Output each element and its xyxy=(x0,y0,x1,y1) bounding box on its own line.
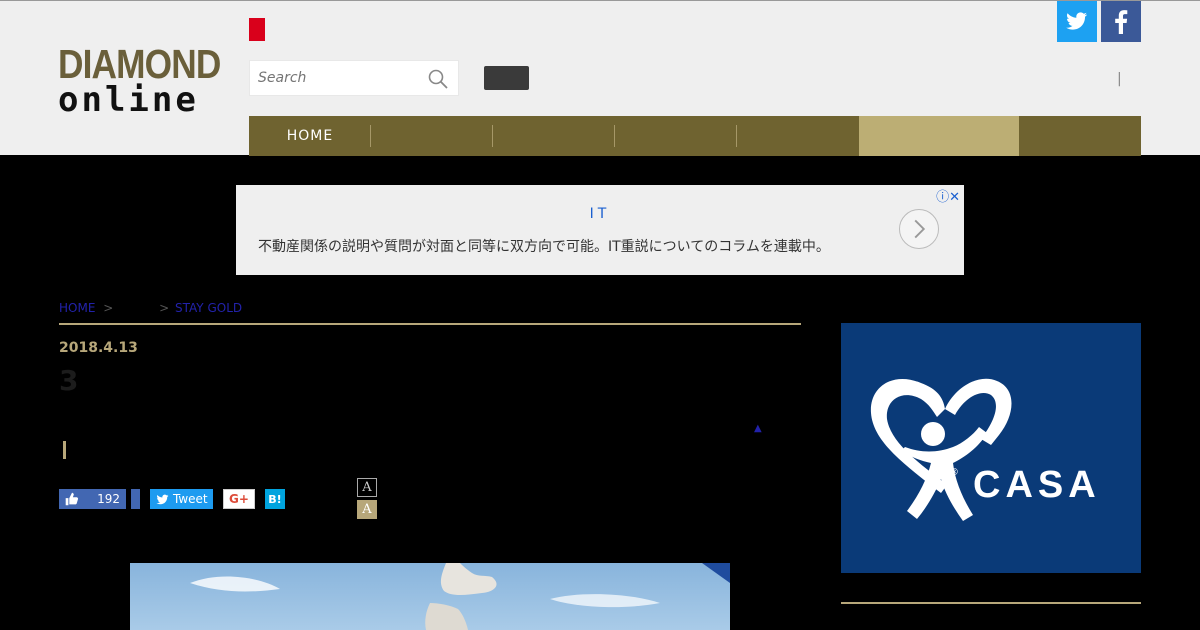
site-logo[interactable]: DIAMOND online xyxy=(58,41,223,120)
logo-line1: DIAMOND xyxy=(58,41,221,87)
breadcrumb-current[interactable]: STAY GOLD xyxy=(175,301,242,315)
font-size-large-button[interactable]: A xyxy=(357,500,377,519)
casa-logo-text: CASA xyxy=(973,464,1101,506)
nav-item-5[interactable] xyxy=(737,116,859,156)
breadcrumb-home[interactable]: HOME xyxy=(59,301,95,315)
lead-marker xyxy=(63,441,66,459)
twitter-icon xyxy=(1066,12,1087,30)
divider xyxy=(59,323,801,325)
sidebar-divider xyxy=(841,602,1141,604)
ad-choices-icon[interactable]: ⓘ✕ xyxy=(936,186,960,205)
like-count: 192 xyxy=(97,492,120,506)
facebook-like-button[interactable]: 192 xyxy=(59,489,126,509)
breadcrumb-separator: > xyxy=(159,301,170,315)
site-header: DIAMOND online | HOME xyxy=(0,0,1200,156)
header-separator: | xyxy=(1117,71,1122,87)
google-plus-button[interactable]: G+ xyxy=(223,489,255,509)
red-marker xyxy=(249,18,265,41)
nav-item-3[interactable] xyxy=(493,116,615,156)
nav-item-1[interactable]: HOME xyxy=(249,116,371,156)
sidebar-ad[interactable]: ® CASA xyxy=(841,323,1141,573)
logo-line2: online xyxy=(58,80,199,120)
hatena-bookmark-button[interactable]: B! xyxy=(265,489,285,509)
banner-ad[interactable]: IT 不動産関係の説明や質問が対面と同等に双方向で可能。IT重説についてのコラム… xyxy=(236,185,964,275)
header-button[interactable] xyxy=(484,66,529,90)
font-size-small-button[interactable]: A xyxy=(357,478,377,497)
search-box[interactable] xyxy=(249,60,459,96)
facebook-share-button[interactable] xyxy=(131,489,140,509)
nav-item-2[interactable] xyxy=(371,116,493,156)
merlion-statue-image xyxy=(190,563,730,630)
breadcrumb: HOME > > STAY GOLD xyxy=(59,301,242,315)
ad-next-button[interactable] xyxy=(899,209,939,249)
ad-headline[interactable]: IT xyxy=(236,206,964,222)
facebook-icon xyxy=(1115,10,1128,34)
breadcrumb-separator: > xyxy=(103,301,114,315)
main-nav: HOME xyxy=(249,116,1141,156)
tweet-button[interactable]: Tweet xyxy=(150,489,213,509)
article-title: 3 xyxy=(59,364,79,397)
triangle-up-icon[interactable]: ▲ xyxy=(754,423,762,434)
search-icon[interactable] xyxy=(428,69,448,89)
nav-item-4[interactable] xyxy=(615,116,737,156)
article-date: 2018.4.13 xyxy=(59,340,138,356)
tweet-label: Tweet xyxy=(173,492,208,506)
twitter-button[interactable] xyxy=(1057,1,1097,42)
ad-text: 不動産関係の説明や質問が対面と同等に双方向で可能。IT重説についてのコラムを連載… xyxy=(258,239,830,255)
twitter-bird-icon xyxy=(156,494,169,504)
heart-person-icon xyxy=(870,378,1012,521)
nav-item-7[interactable] xyxy=(1019,116,1141,156)
search-input[interactable] xyxy=(250,61,420,95)
registered-mark: ® xyxy=(949,467,959,478)
nav-item-6[interactable] xyxy=(859,116,1019,156)
facebook-button[interactable] xyxy=(1101,1,1141,42)
chevron-right-icon xyxy=(914,219,926,239)
article-image xyxy=(130,563,730,630)
thumbs-up-icon xyxy=(65,492,79,506)
